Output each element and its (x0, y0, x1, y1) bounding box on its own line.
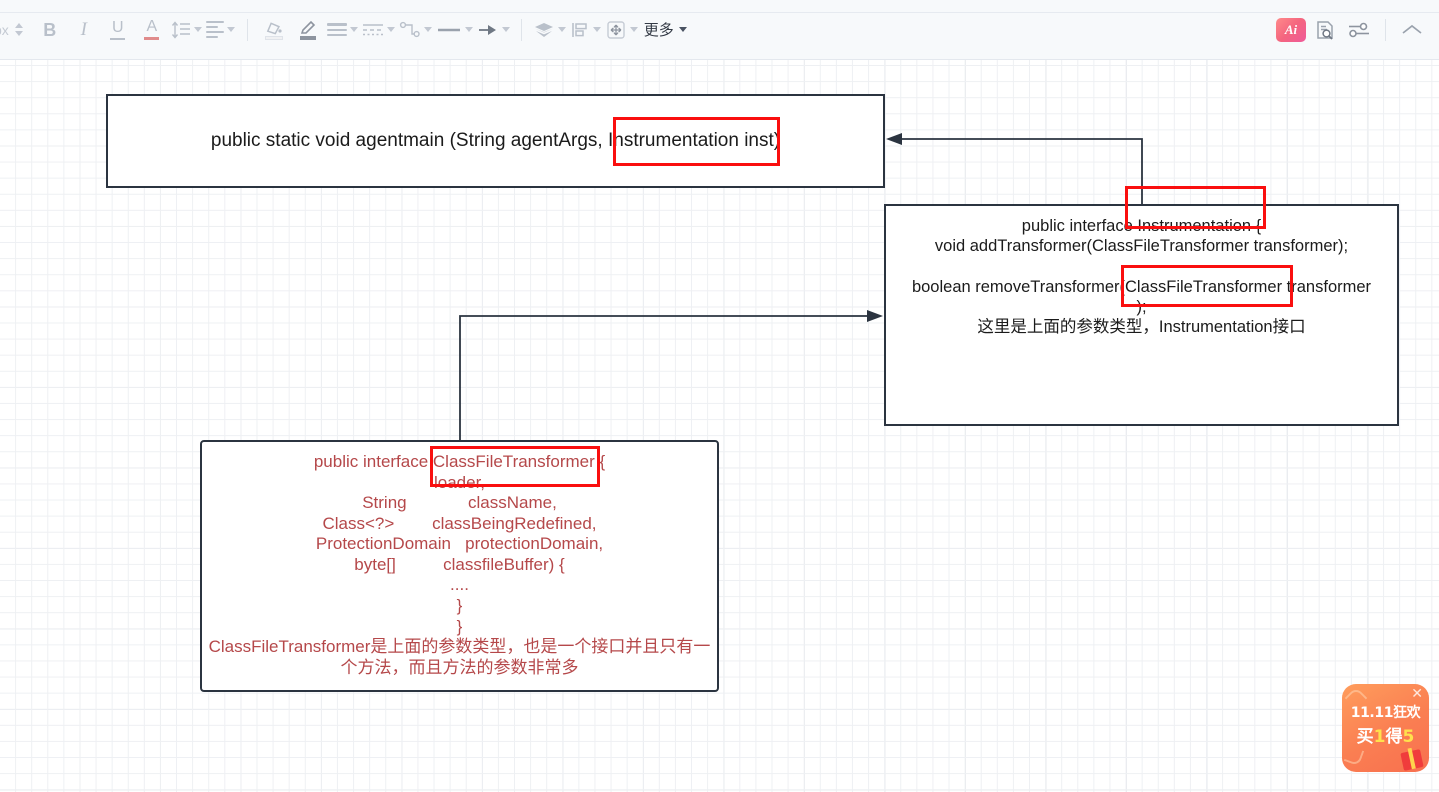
arrow-icon (478, 24, 496, 35)
promo-num-1: 1 (1373, 727, 1386, 747)
align-icon (206, 21, 225, 38)
border-lines-icon (326, 23, 347, 36)
layer-order-button[interactable] (533, 13, 566, 47)
line-spacing-icon (171, 20, 190, 39)
dashed-lines-icon (362, 23, 383, 35)
toolbar-arrange-group: 更多 (531, 0, 689, 60)
toolbar-divider (0, 12, 1439, 13)
font-size-unit-label: px (0, 21, 9, 38)
align-objects-button[interactable] (570, 13, 601, 47)
promo-close-icon[interactable]: ✕ (1411, 686, 1423, 700)
toolbar-separator-1 (246, 18, 248, 41)
ai-button[interactable]: Ai (1276, 13, 1306, 47)
toolbar-right-group: Ai (1274, 0, 1439, 60)
sliders-icon (1349, 22, 1369, 37)
arrow-style-button[interactable] (477, 13, 510, 47)
gift-icon (1400, 749, 1424, 771)
promo-mid: 得 (1385, 727, 1403, 747)
node-instrumentation-text: public interface Instrumentation { void … (911, 217, 1372, 337)
border-width-button[interactable] (326, 13, 358, 47)
connector-icon (399, 21, 420, 37)
connector-cft-to-instrumentation[interactable] (459, 310, 883, 448)
promo-prefix: 买 (1356, 727, 1374, 747)
settings-sliders-button[interactable] (1344, 13, 1374, 47)
paint-bucket-icon (266, 21, 282, 34)
node-instrumentation[interactable]: public interface Instrumentation { void … (884, 204, 1399, 426)
toolbar-font-group: px B I U A (0, 0, 238, 60)
font-size-stepper[interactable] (14, 23, 23, 36)
node-classfiletransformer-text: public interface ClassFileTransformer { … (208, 452, 711, 677)
promo-badge[interactable]: ✕ 11.11狂欢 买1得5 (1342, 684, 1429, 772)
font-color-button[interactable]: A (137, 13, 167, 47)
line-icon (437, 28, 460, 31)
position-button[interactable] (605, 13, 638, 47)
italic-button[interactable]: I (69, 13, 99, 47)
document-search-icon (1317, 20, 1333, 40)
line-style-button[interactable] (436, 13, 473, 47)
find-in-document-button[interactable] (1310, 13, 1340, 47)
toolbar-style-group (257, 0, 512, 60)
editor-toolbar: px B I U A (0, 0, 1439, 60)
promo-line-1: 11.11狂欢 (1350, 705, 1421, 721)
text-align-button[interactable] (206, 13, 236, 47)
more-label: 更多 (643, 21, 674, 39)
pen-color-button[interactable] (293, 13, 323, 47)
pen-icon (300, 20, 315, 34)
toolbar-separator-3 (1385, 18, 1386, 41)
promo-num-2: 5 (1402, 727, 1415, 747)
node-agentmain-text: public static void agentmain (String age… (210, 130, 781, 151)
underline-button[interactable]: U (103, 13, 133, 47)
diagram-canvas[interactable]: public static void agentmain (String age… (0, 60, 1439, 792)
toolbar-separator-2 (520, 18, 522, 41)
connector-style-button[interactable] (399, 13, 432, 47)
node-classfiletransformer[interactable]: public interface ClassFileTransformer { … (200, 440, 719, 692)
line-spacing-button[interactable] (171, 13, 202, 47)
border-style-button[interactable] (362, 13, 395, 47)
node-agentmain[interactable]: public static void agentmain (String age… (106, 94, 885, 188)
connector-instrumentation-to-agentmain[interactable] (886, 133, 1143, 205)
fill-color-button[interactable] (259, 13, 289, 47)
move-icon (607, 20, 625, 39)
ai-label: Ai (1276, 17, 1306, 42)
promo-line-2: 买1得5 (1342, 722, 1429, 747)
bold-button[interactable]: B (35, 13, 65, 47)
more-button[interactable]: 更多 (642, 13, 687, 47)
align-objects-icon (571, 22, 587, 37)
chevron-up-icon (1402, 24, 1422, 34)
collapse-toolbar-button[interactable] (1397, 13, 1427, 47)
sparkle-icon (1343, 745, 1365, 767)
layers-icon (534, 22, 553, 37)
